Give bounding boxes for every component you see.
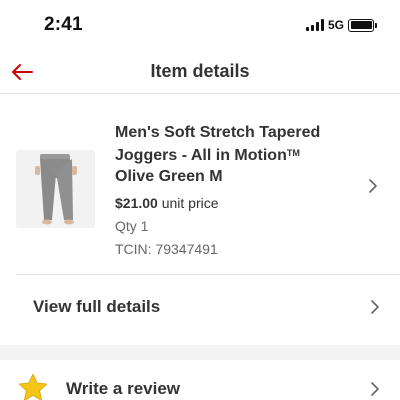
write-review-label: Write a review bbox=[66, 379, 181, 398]
status-time: 2:41 bbox=[44, 14, 83, 35]
page-title: Item details bbox=[150, 61, 250, 81]
battery-fill bbox=[350, 21, 372, 29]
item-price-suffix: unit price bbox=[161, 195, 219, 211]
product-image bbox=[16, 150, 95, 228]
divider bbox=[16, 274, 400, 275]
chevron-right-icon bbox=[368, 178, 378, 199]
status-indicators: 5G bbox=[305, 18, 377, 32]
chevron-right-icon bbox=[370, 381, 380, 400]
item-price-line: $21.00 unit price bbox=[115, 195, 350, 211]
star-icon bbox=[18, 373, 48, 400]
network-label: 5G bbox=[327, 18, 344, 32]
item-variant: Olive Green M bbox=[115, 168, 223, 185]
write-review-row[interactable]: Write a review bbox=[0, 360, 400, 400]
view-full-details-row[interactable]: View full details bbox=[0, 280, 400, 336]
battery-icon bbox=[348, 18, 377, 32]
signal-icon bbox=[305, 19, 324, 31]
item-info: Men's Soft Stretch Tapered Joggers - All… bbox=[115, 122, 350, 257]
item-quantity: Qty 1 bbox=[115, 218, 149, 234]
status-bar: 2:41 5G bbox=[0, 0, 400, 50]
trademark-mark: TM bbox=[286, 148, 300, 158]
item-title-main: Men's Soft Stretch Tapered Joggers - All… bbox=[115, 124, 321, 164]
nav-bar: Item details bbox=[0, 50, 400, 94]
order-item[interactable]: Men's Soft Stretch Tapered Joggers - All… bbox=[0, 112, 400, 262]
item-title: Men's Soft Stretch Tapered Joggers - All… bbox=[115, 122, 350, 187]
item-tcin: TCIN: 79347491 bbox=[115, 241, 218, 257]
section-separator bbox=[0, 345, 400, 360]
item-price: $21.00 bbox=[115, 195, 158, 211]
chevron-right-icon bbox=[370, 299, 380, 320]
view-full-details-label: View full details bbox=[33, 297, 161, 316]
